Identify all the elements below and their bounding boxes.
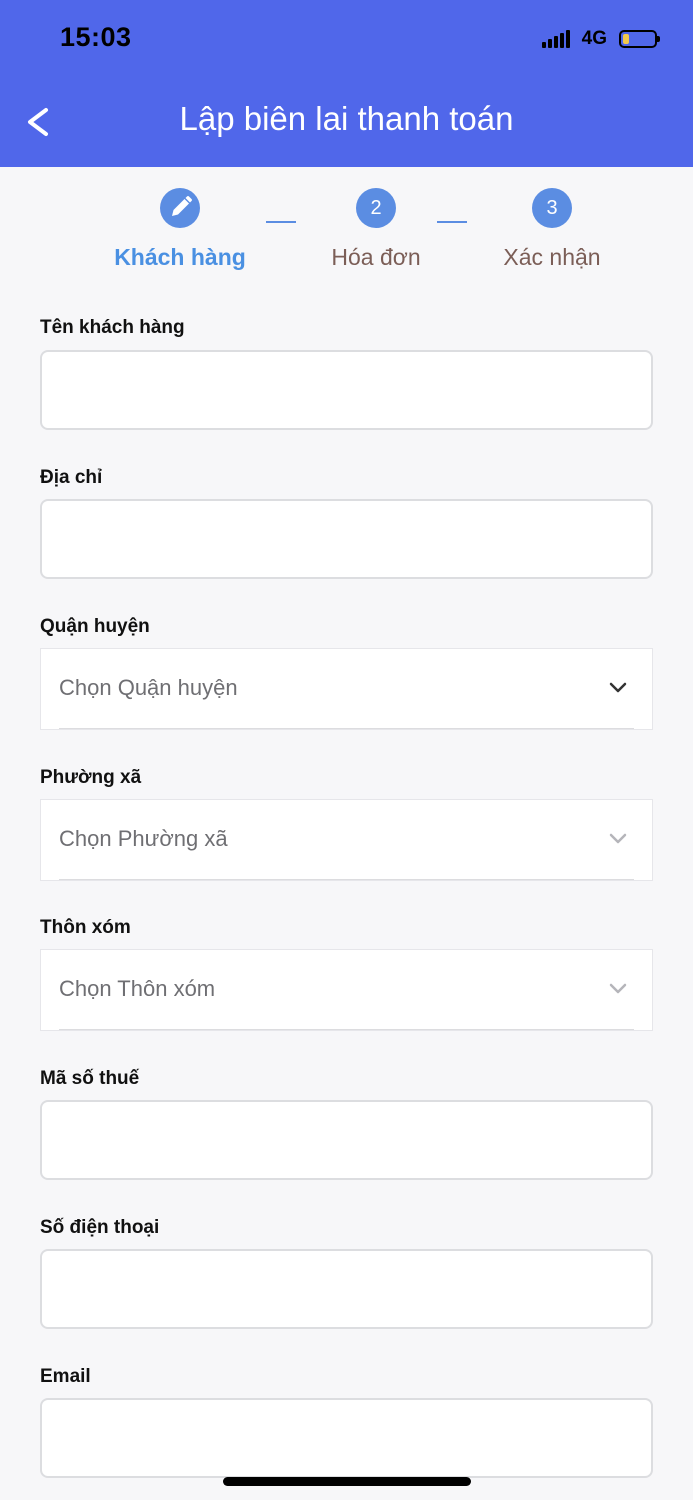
app-header: 15:03 4G Lập biên lai thanh toán [0, 0, 693, 167]
tax-code-input[interactable] [40, 1100, 653, 1180]
address-input[interactable] [40, 499, 653, 579]
step-connector [266, 221, 296, 223]
email-input[interactable] [40, 1398, 653, 1478]
battery-icon [619, 30, 660, 48]
district-label: Quận huyện [40, 616, 150, 637]
tax-code-label: Mã số thuế [40, 1068, 140, 1089]
village-select[interactable]: Chọn Thôn xóm [40, 949, 653, 1031]
ward-placeholder: Chọn Phường xã [59, 826, 228, 851]
village-placeholder: Chọn Thôn xóm [59, 976, 216, 1001]
chevron-down-icon [609, 983, 627, 994]
customer-name-input[interactable] [40, 350, 653, 430]
step-1-circle[interactable] [160, 188, 200, 228]
network-type: 4G [581, 28, 607, 49]
progress-stepper: 2 3 Khách hàng Hóa đơn Xác nhận [0, 188, 693, 288]
step-2-circle[interactable]: 2 [356, 188, 396, 228]
step-2-label[interactable]: Hóa đơn [331, 244, 420, 271]
pencil-icon [172, 196, 192, 216]
chevron-down-icon [609, 682, 627, 693]
address-label: Địa chỉ [40, 467, 103, 488]
status-time: 15:03 [60, 22, 132, 52]
chevron-down-icon [609, 833, 627, 844]
village-label: Thôn xóm [40, 917, 131, 938]
district-select[interactable]: Chọn Quận huyện [40, 648, 653, 730]
district-placeholder: Chọn Quận huyện [59, 675, 238, 700]
select-underline [59, 728, 634, 729]
step-3-label[interactable]: Xác nhận [503, 244, 600, 271]
customer-name-label: Tên khách hàng [40, 317, 185, 338]
step-connector [437, 221, 467, 223]
select-underline [59, 1029, 634, 1030]
email-label: Email [40, 1366, 91, 1387]
step-1-label[interactable]: Khách hàng [114, 244, 246, 271]
phone-label: Số điện thoại [40, 1217, 160, 1238]
signal-icon [541, 30, 570, 48]
select-underline [59, 879, 634, 880]
step-3-circle[interactable]: 3 [532, 188, 572, 228]
page-title: Lập biên lai thanh toán [179, 100, 514, 137]
home-indicator [223, 1477, 471, 1486]
status-indicators: 4G [541, 27, 660, 51]
phone-input[interactable] [40, 1249, 653, 1329]
ward-label: Phường xã [40, 767, 142, 788]
ward-select[interactable]: Chọn Phường xã [40, 799, 653, 881]
